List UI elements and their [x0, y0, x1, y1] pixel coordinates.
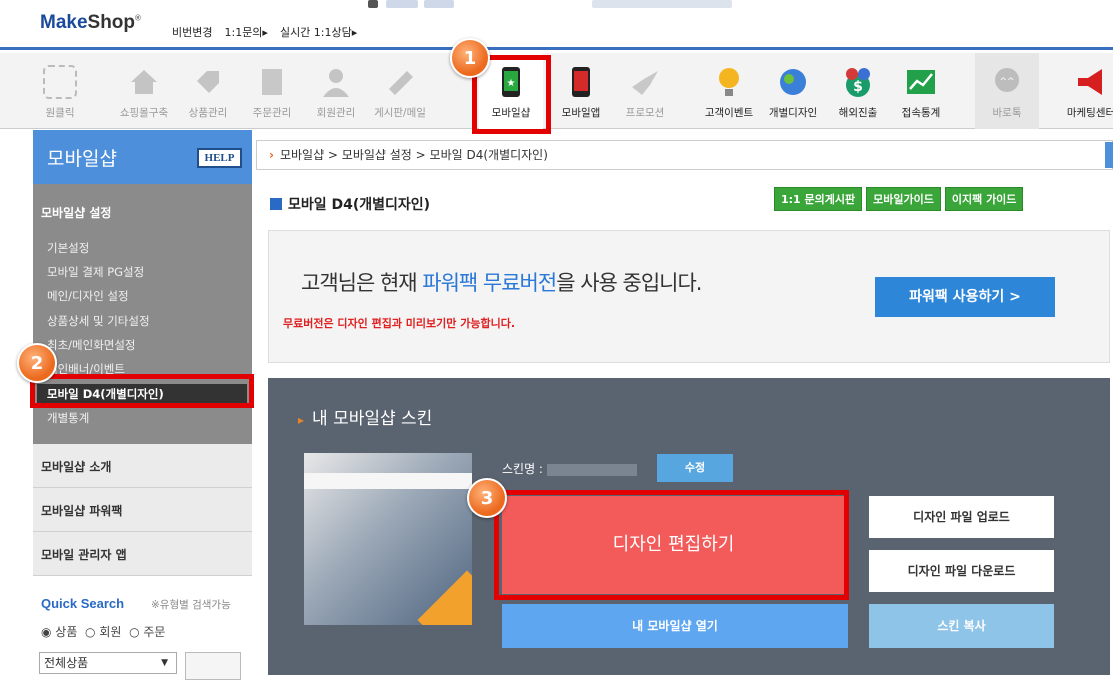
- radio-member[interactable]: ○ 회원: [85, 625, 121, 639]
- highlight-mobile-d4: [30, 374, 254, 408]
- one-click-icon: [43, 65, 77, 99]
- collapse-tab[interactable]: [1105, 142, 1113, 168]
- toolbar-item-board-mail[interactable]: 게시판/메일: [368, 53, 432, 129]
- step-badge-2: 2: [17, 343, 57, 383]
- sidebar-item-basic[interactable]: 기본설정: [47, 240, 89, 256]
- sidebar-item-detail[interactable]: 상품상세 및 기타설정: [47, 313, 150, 329]
- toolbar-item-marketing[interactable]: 마케팅센터: [1063, 53, 1113, 129]
- radio-product[interactable]: ◉ 상품: [41, 625, 77, 639]
- help-button[interactable]: HELP: [197, 148, 242, 168]
- sidebar-item-first-screen[interactable]: 최초/메인화면설정: [47, 337, 136, 353]
- svg-text:^^: ^^: [999, 77, 1014, 87]
- chameleon-icon: [776, 65, 810, 99]
- makeshop-logo[interactable]: MakeShop®: [40, 12, 141, 34]
- step-badge-1: 1: [450, 38, 490, 78]
- member-icon: [319, 65, 353, 99]
- download-design-button[interactable]: 디자인 파일 다운로드: [869, 550, 1054, 592]
- sidebar-menu-admin-app[interactable]: 모바일 관리자 앱: [33, 532, 252, 576]
- highlight-design-edit: [494, 490, 849, 600]
- currency-icon: $: [841, 65, 875, 99]
- quick-search-note: ※유형별 검색가능: [151, 599, 231, 611]
- toolbar-item-promotion[interactable]: 프로모션: [613, 53, 677, 129]
- toolbar-item-custom-design[interactable]: 개별디자인: [761, 53, 825, 129]
- toolbar-item-overseas[interactable]: $ 해외진출: [826, 53, 890, 129]
- search-type-radios: ◉ 상품 ○ 회원 ○ 주문: [41, 623, 165, 640]
- toolbar-item-shop-build[interactable]: 쇼핑몰구축: [112, 53, 176, 129]
- tag-icon: [191, 65, 225, 99]
- toolbar-item-orders[interactable]: 주문관리: [240, 53, 304, 129]
- sidebar-menu-intro[interactable]: 모바일샵 소개: [33, 444, 252, 488]
- toolbar-item-customer-event[interactable]: 고객이벤트: [697, 53, 761, 129]
- promotion-bird-icon: [628, 65, 662, 99]
- use-powerpack-button[interactable]: 파워팩 사용하기 >: [875, 277, 1055, 317]
- promo-subtext: 무료버전은 디자인 편집과 미리보기만 가능합니다.: [283, 317, 516, 330]
- powerpack-promo: 고객님은 현재 파워팩 무료버전을 사용 중입니다. 무료버전은 디자인 편집과…: [268, 230, 1110, 363]
- sidebar-item-pg[interactable]: 모바일 결제 PG설정: [47, 264, 144, 280]
- sidebar-title: 모바일샵: [47, 148, 117, 170]
- radio-order[interactable]: ○ 주문: [129, 625, 165, 639]
- toolbar-item-statistics[interactable]: 접속통계: [889, 53, 953, 129]
- modify-button[interactable]: 수정: [657, 454, 733, 482]
- step-badge-3: 3: [467, 478, 507, 518]
- toolbar-item-barotalk[interactable]: ^^ 바로톡: [975, 53, 1039, 129]
- main-toolbar: 원클릭 쇼핑몰구축 상품관리 주문관리 회원관리 게시판/메일 ★ 모바일샵 모…: [0, 53, 1113, 129]
- top-links: 비번변경 1:1문의▸ 실시간 1:1상담▸: [172, 24, 369, 40]
- copy-skin-button[interactable]: 스킨 복사: [869, 604, 1054, 648]
- upload-design-button[interactable]: 디자인 파일 업로드: [869, 496, 1054, 538]
- mobile-app-icon: [564, 65, 598, 99]
- user-info-blurred: [368, 0, 468, 10]
- bullet-arrow-icon: ▸: [298, 413, 305, 427]
- top-header: MakeShop® 비번변경 1:1문의▸ 실시간 1:1상담▸: [0, 0, 1113, 50]
- quick-search-title: Quick Search: [41, 596, 125, 611]
- toolbar-item-products[interactable]: 상품관리: [176, 53, 240, 129]
- skin-heading: ▸ 내 모바일샵 스킨: [298, 409, 433, 429]
- guide-buttons: 1:1 문의게시판 모바일가이드 이지팩 가이드: [774, 187, 1024, 211]
- won-document-icon: [255, 65, 289, 99]
- sidebar-menu-powerpack[interactable]: 모바일샵 파워팩: [33, 488, 252, 532]
- sidebar-header: 모바일샵 HELP: [33, 130, 252, 184]
- sidebar-section-title[interactable]: 모바일샵 설정: [41, 204, 111, 221]
- user-meta-blurred: [592, 0, 732, 8]
- live-chat-link[interactable]: 실시간 1:1상담▸: [280, 24, 357, 40]
- skin-thumbnail: [304, 453, 472, 625]
- board-mail-icon: [383, 65, 417, 99]
- megaphone-icon: [1074, 65, 1108, 99]
- lightbulb-icon: [712, 65, 746, 99]
- inquiry-board-button[interactable]: 1:1 문의게시판: [774, 187, 863, 211]
- page-title: 모바일 D4(개별디자인): [270, 194, 430, 214]
- chat-icon: ^^: [990, 65, 1024, 99]
- toolbar-item-mobile-app[interactable]: 모바일앱: [549, 53, 613, 129]
- breadcrumb: › 모바일샵 > 모바일샵 설정 > 모바일 D4(개별디자인): [256, 140, 1113, 170]
- svg-text:$: $: [853, 79, 863, 95]
- breadcrumb-arrow-icon: ›: [269, 148, 274, 162]
- sidebar-item-main-design[interactable]: 메인/디자인 설정: [47, 288, 129, 304]
- search-button[interactable]: [185, 652, 241, 680]
- title-marker-icon: [270, 198, 282, 210]
- skin-name-blurred: [546, 463, 637, 476]
- promo-message: 고객님은 현재 파워팩 무료버전을 사용 중입니다.: [301, 271, 702, 295]
- toolbar-item-one-click[interactable]: 원클릭: [28, 53, 92, 129]
- home-icon: [127, 65, 161, 99]
- skin-name: 스킨명 :: [502, 460, 637, 477]
- toolbar-item-members[interactable]: 회원관리: [304, 53, 368, 129]
- open-mobile-shop-button[interactable]: 내 모바일샵 열기: [502, 604, 848, 648]
- sidebar-item-stats[interactable]: 개별통계: [47, 410, 89, 426]
- mobile-guide-button[interactable]: 모바일가이드: [866, 187, 941, 211]
- product-type-select[interactable]: 전체상품 ▼: [39, 652, 177, 674]
- change-password-link[interactable]: 비번변경: [172, 24, 212, 40]
- easypack-guide-button[interactable]: 이지팩 가이드: [944, 187, 1024, 211]
- inquiry-link[interactable]: 1:1문의▸: [224, 24, 267, 40]
- quick-search: Quick Search ※유형별 검색가능 ◉ 상품 ○ 회원 ○ 주문 전체…: [33, 576, 252, 680]
- stats-chart-icon: [904, 65, 938, 99]
